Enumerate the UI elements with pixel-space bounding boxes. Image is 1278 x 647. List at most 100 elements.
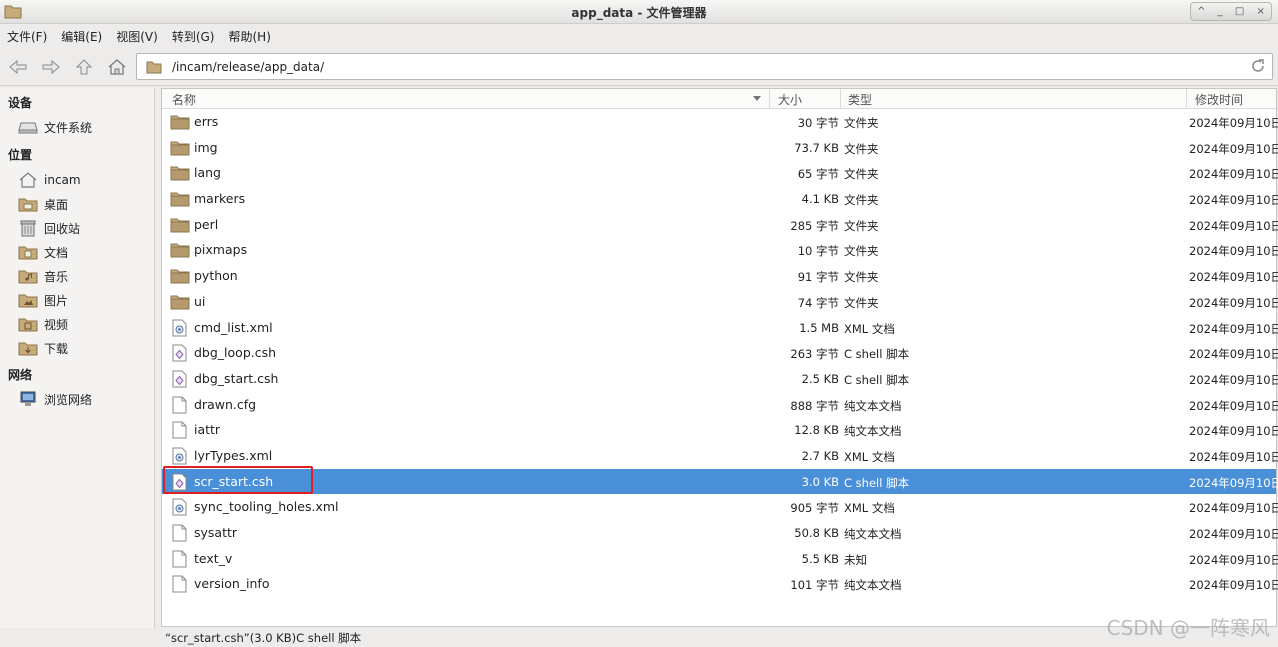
file-name: cmd_list.xml	[194, 319, 273, 335]
file-name: lyrTypes.xml	[194, 447, 273, 463]
sidebar-item-label: 浏览网络	[44, 392, 93, 407]
file-name: lang	[194, 165, 221, 181]
file-row[interactable]: img 73.7 KB 文件夹 2024年09月10日	[162, 135, 1278, 161]
sidebar-item-label: 桌面	[44, 197, 69, 212]
file-list[interactable]: 名称 大小 类型 修改时间 errs 30 字节 文件夹 2024年09月10日 img…	[161, 88, 1278, 627]
file-size: 10 字节	[797, 244, 839, 259]
file-type: C shell 脚本	[844, 475, 910, 490]
file-type: 未知	[844, 552, 867, 567]
reload-icon[interactable]	[1250, 58, 1266, 74]
menu-bar: 文件(F) 编辑(E) 视图(V) 转到(G) 帮助(H)	[0, 25, 1278, 47]
file-modified: 2024年09月10日	[1189, 578, 1278, 593]
forward-button[interactable]	[38, 55, 64, 79]
file-size: 74 字节	[797, 295, 839, 310]
sidebar-item-videos[interactable]: 视频	[18, 314, 68, 334]
file-row[interactable]: python 91 字节 文件夹 2024年09月10日	[162, 263, 1278, 289]
folder-icon	[170, 166, 190, 181]
menu-view[interactable]: 视图(V)	[109, 28, 165, 45]
file-row[interactable]: scr_start.csh 3.0 KB C shell 脚本 2024年09月10日	[162, 468, 1278, 495]
file-row[interactable]: iattr 12.8 KB 纯文本文档 2024年09月10日	[162, 417, 1278, 443]
folder-icon	[170, 218, 190, 233]
file-type: 文件夹	[844, 295, 879, 310]
close-button[interactable]: ×	[1257, 6, 1265, 17]
xml-file-icon	[172, 447, 187, 465]
home-icon	[19, 172, 37, 188]
file-row[interactable]: sysattr 50.8 KB 纯文本文档 2024年09月10日	[162, 520, 1278, 546]
file-modified: 2024年09月10日	[1189, 116, 1278, 130]
network-heading: 网络	[8, 368, 33, 382]
devices-heading: 设备	[8, 96, 33, 110]
text-file-icon	[172, 421, 187, 439]
folder-icon	[170, 269, 190, 284]
sidebar-item-incam[interactable]: incam	[18, 170, 81, 190]
file-modified: 2024年09月10日	[1189, 347, 1278, 362]
file-row[interactable]: sync_tooling_holes.xml 905 字节 XML 文档 2024年0…	[162, 494, 1278, 520]
file-row[interactable]: version_info 101 字节 纯文本文档 2024年09月10日	[162, 571, 1278, 597]
file-row[interactable]: text_v 5.5 KB 未知 2024年09月10日	[162, 546, 1278, 572]
file-row[interactable]: perl 285 字节 文件夹 2024年09月10日	[162, 212, 1278, 238]
column-name[interactable]: 名称	[172, 91, 196, 108]
file-name: sync_tooling_holes.xml	[194, 499, 339, 515]
sidebar-item-music[interactable]: 音乐	[18, 266, 68, 286]
file-row[interactable]: cmd_list.xml 1.5 MB XML 文档 2024年09月10日	[162, 315, 1278, 341]
file-row[interactable]: markers 4.1 KB 文件夹 2024年09月10日	[162, 186, 1278, 212]
shade-button[interactable]: ^	[1197, 6, 1205, 17]
file-row[interactable]: lyrTypes.xml 2.7 KB XML 文档 2024年09月10日	[162, 443, 1278, 469]
sidebar-item-browse-network[interactable]: 浏览网络	[18, 389, 92, 409]
menu-go[interactable]: 转到(G)	[165, 28, 222, 45]
file-size: 1.5 MB	[799, 320, 839, 335]
file-type: 文件夹	[844, 244, 879, 259]
file-type: 文件夹	[844, 218, 879, 233]
file-type: 文件夹	[844, 193, 879, 208]
sidebar-item-label: 文档	[44, 245, 69, 260]
maximize-button[interactable]: □	[1235, 6, 1244, 17]
file-row[interactable]: dbg_loop.csh 263 字节 C shell 脚本 2024年09月10日	[162, 340, 1278, 366]
file-row[interactable]: lang 65 字节 文件夹 2024年09月10日	[162, 160, 1278, 186]
file-type: 文件夹	[844, 167, 879, 182]
back-button[interactable]	[5, 55, 31, 79]
file-row[interactable]: drawn.cfg 888 字节 纯文本文档 2024年09月10日	[162, 392, 1278, 418]
xml-file-icon	[172, 319, 187, 336]
window-title: app_data - 文件管理器	[571, 6, 707, 20]
column-modified[interactable]: 修改时间	[1195, 91, 1243, 108]
downloads-icon	[18, 342, 38, 356]
sidebar: 设备 文件系统 位置 incam 桌面 回收站 文档 音乐 图片 视频 下载 网…	[0, 88, 155, 628]
script-file-icon	[172, 344, 187, 362]
file-modified: 2024年09月10日	[1189, 193, 1278, 208]
file-name: version_info	[194, 576, 270, 592]
file-type: 纯文本文档	[844, 398, 902, 413]
sidebar-item-documents[interactable]: 文档	[18, 242, 68, 262]
file-modified: 2024年09月10日	[1189, 449, 1278, 464]
file-modified: 2024年09月10日	[1189, 552, 1278, 567]
file-name: perl	[194, 216, 219, 232]
column-size[interactable]: 大小	[778, 91, 802, 108]
xml-file-icon	[172, 498, 187, 516]
file-row[interactable]: pixmaps 10 字节 文件夹 2024年09月10日	[162, 237, 1278, 263]
file-type: XML 文档	[844, 321, 895, 336]
text-file-icon	[172, 550, 187, 568]
menu-file[interactable]: 文件(F)	[0, 28, 54, 45]
minimize-button[interactable]: _	[1218, 6, 1223, 17]
sidebar-item-pictures[interactable]: 图片	[18, 290, 68, 310]
file-row[interactable]: dbg_start.csh 2.5 KB C shell 脚本 2024年09月10日	[162, 366, 1278, 392]
sidebar-item-trash[interactable]: 回收站	[18, 218, 80, 238]
file-size: 888 字节	[790, 398, 839, 413]
file-name: scr_start.csh	[194, 473, 274, 489]
folder-icon	[170, 141, 190, 156]
file-size: 5.5 KB	[801, 551, 839, 566]
desktop-icon	[18, 198, 38, 212]
file-row[interactable]: errs 30 字节 文件夹 2024年09月10日	[162, 109, 1278, 135]
menu-edit[interactable]: 编辑(E)	[54, 28, 109, 45]
sidebar-item-label: 音乐	[44, 269, 69, 284]
file-name: iattr	[194, 422, 221, 438]
menu-help[interactable]: 帮助(H)	[221, 28, 277, 45]
file-type: 文件夹	[844, 270, 879, 285]
up-button[interactable]	[71, 55, 97, 79]
home-button[interactable]	[104, 55, 130, 79]
sidebar-item-filesystem[interactable]: 文件系统	[18, 117, 92, 137]
address-bar[interactable]: /incam/release/app_data/	[136, 53, 1273, 80]
file-row[interactable]: ui 74 字节 文件夹 2024年09月10日	[162, 289, 1278, 315]
sidebar-item-downloads[interactable]: 下载	[18, 338, 68, 358]
column-type[interactable]: 类型	[848, 91, 872, 108]
sidebar-item-desktop[interactable]: 桌面	[18, 194, 68, 214]
